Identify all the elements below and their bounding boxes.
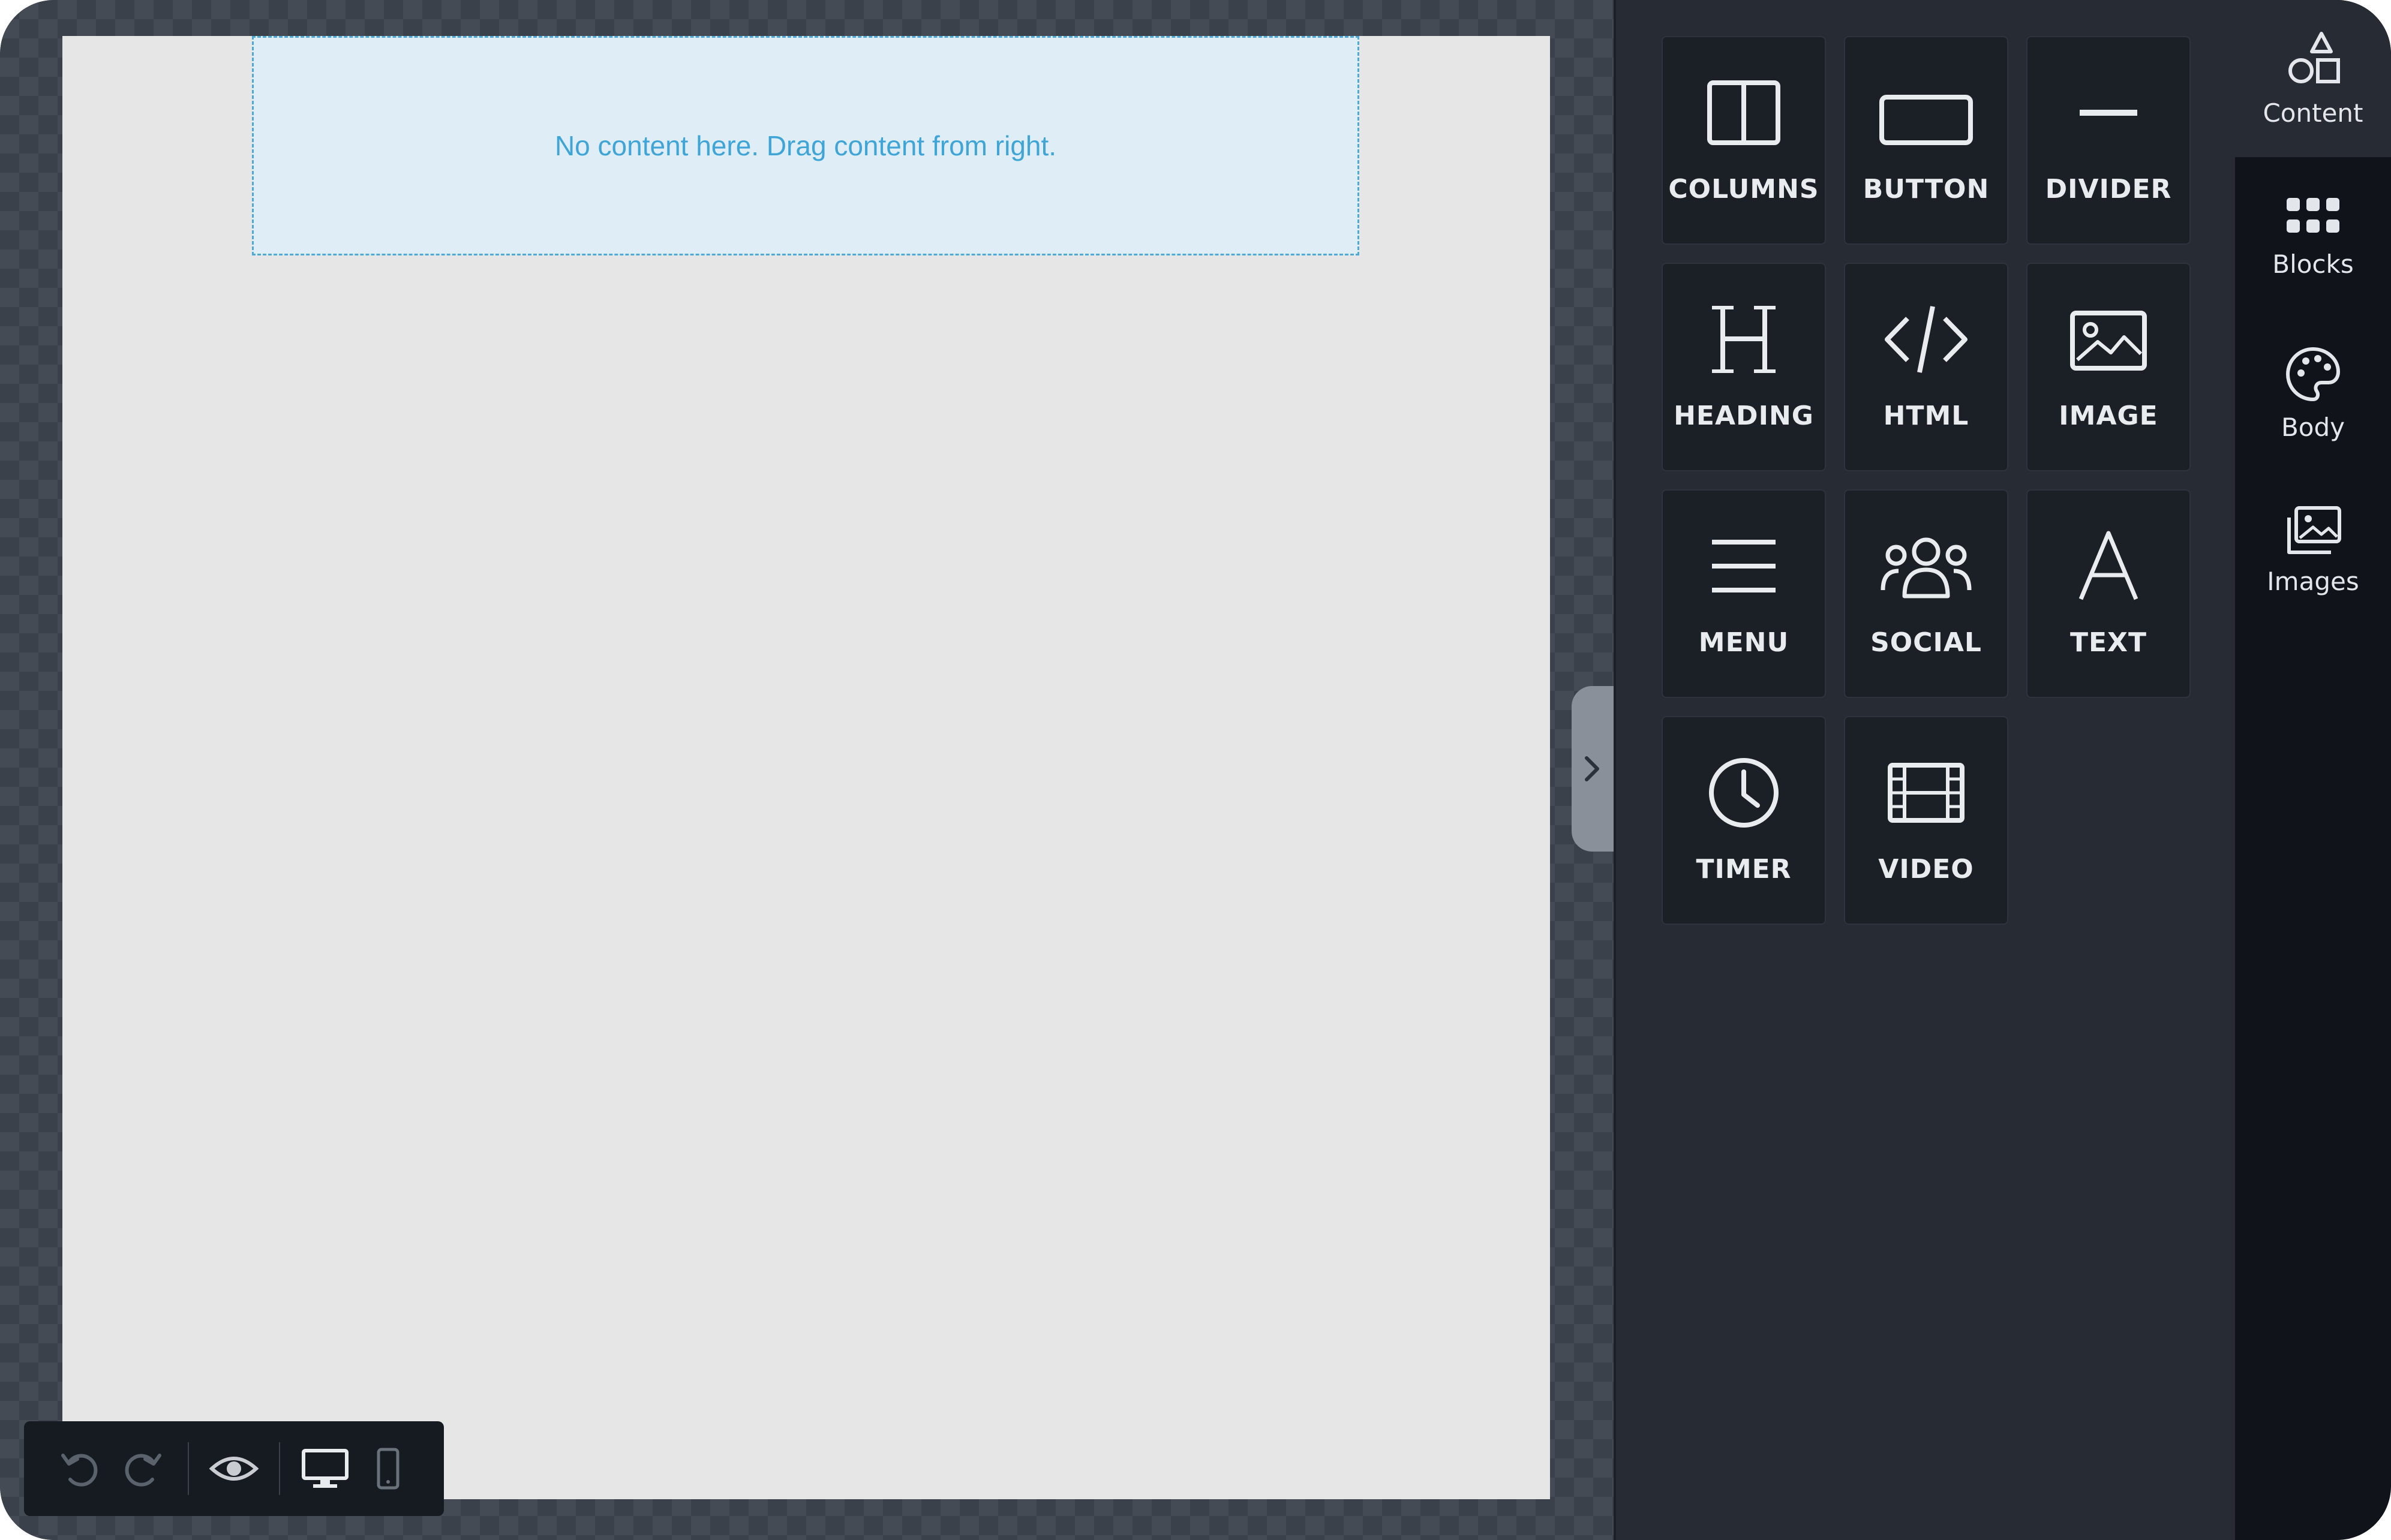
tool-label: VIDEO (1878, 854, 1974, 885)
preview-button[interactable] (202, 1435, 265, 1502)
code-icon (1885, 306, 1968, 373)
tool-heading[interactable]: HEADING (1662, 263, 1826, 471)
columns-icon (1707, 80, 1780, 145)
nav-item-body[interactable]: Body (2235, 314, 2391, 471)
undo-button[interactable] (48, 1435, 111, 1502)
empty-message: No content here. Drag content from right… (554, 130, 1057, 161)
tool-label: TIMER (1696, 854, 1792, 885)
nav-label: Blocks (2272, 249, 2354, 279)
panel-collapse-handle[interactable] (1572, 686, 1614, 852)
divider-icon (2080, 110, 2137, 116)
menu-icon (1712, 540, 1776, 592)
text-icon (2078, 531, 2138, 600)
heading-icon (1712, 306, 1776, 373)
film-icon (1888, 763, 1965, 823)
canvas-area: No content here. Drag content from right… (0, 0, 1614, 1540)
image-icon (2070, 311, 2147, 371)
side-nav: Content Blocks Body Images (2235, 0, 2391, 1540)
tool-html[interactable]: HTML (1844, 263, 2008, 471)
desktop-view-button[interactable] (293, 1435, 356, 1502)
tool-label: SOCIAL (1870, 627, 1982, 658)
tool-timer[interactable]: TIMER (1662, 716, 1826, 925)
social-icon (1881, 537, 1972, 598)
chevron-right-icon (1585, 756, 1599, 781)
clock-icon (1709, 758, 1779, 828)
undo-icon (61, 1454, 97, 1487)
tool-video[interactable]: VIDEO (1844, 716, 2008, 925)
tool-label: HTML (1883, 401, 1969, 431)
bottom-toolbar (24, 1421, 444, 1516)
tool-menu[interactable]: MENU (1662, 489, 1826, 698)
tool-image[interactable]: IMAGE (2026, 263, 2191, 471)
mobile-view-button[interactable] (357, 1435, 420, 1502)
tool-label: MENU (1698, 627, 1789, 658)
tool-label: COLUMNS (1668, 174, 1819, 204)
grid-icon (2287, 197, 2339, 233)
content-panel: COLUMNS BUTTON DIVIDER HEADING HTML IMAG… (1614, 0, 2235, 1540)
nav-label: Body (2281, 412, 2345, 442)
empty-dropzone[interactable]: No content here. Drag content from right… (252, 36, 1359, 255)
images-icon (2287, 506, 2341, 554)
tool-label: IMAGE (2059, 401, 2158, 431)
toolbar-divider (278, 1442, 281, 1495)
eye-icon (209, 1457, 259, 1481)
desktop-icon (302, 1449, 349, 1488)
email-editor-window: No content here. Drag content from right… (0, 0, 2391, 1540)
shapes-icon (2288, 31, 2340, 83)
redo-button[interactable] (111, 1435, 174, 1502)
email-canvas[interactable]: No content here. Drag content from right… (62, 36, 1550, 1499)
nav-item-images[interactable]: Images (2235, 471, 2391, 628)
toolbar-divider (187, 1442, 190, 1495)
tool-social[interactable]: SOCIAL (1844, 489, 2008, 698)
tool-label: HEADING (1674, 401, 1814, 431)
nav-label: Images (2267, 566, 2359, 596)
tool-label: BUTTON (1863, 174, 1990, 204)
tool-columns[interactable]: COLUMNS (1662, 36, 1826, 245)
nav-item-blocks[interactable]: Blocks (2235, 157, 2391, 314)
tool-divider[interactable]: DIVIDER (2026, 36, 2191, 245)
palette-icon (2286, 347, 2340, 401)
redo-icon (125, 1454, 161, 1487)
tool-text[interactable]: TEXT (2026, 489, 2191, 698)
mobile-icon (377, 1448, 399, 1490)
nav-item-content[interactable]: Content (2235, 0, 2391, 157)
nav-label: Content (2263, 98, 2363, 128)
tool-button[interactable]: BUTTON (1844, 36, 2008, 245)
tool-label: DIVIDER (2045, 174, 2172, 204)
button-icon (1879, 95, 1973, 145)
tool-label: TEXT (2069, 627, 2147, 658)
